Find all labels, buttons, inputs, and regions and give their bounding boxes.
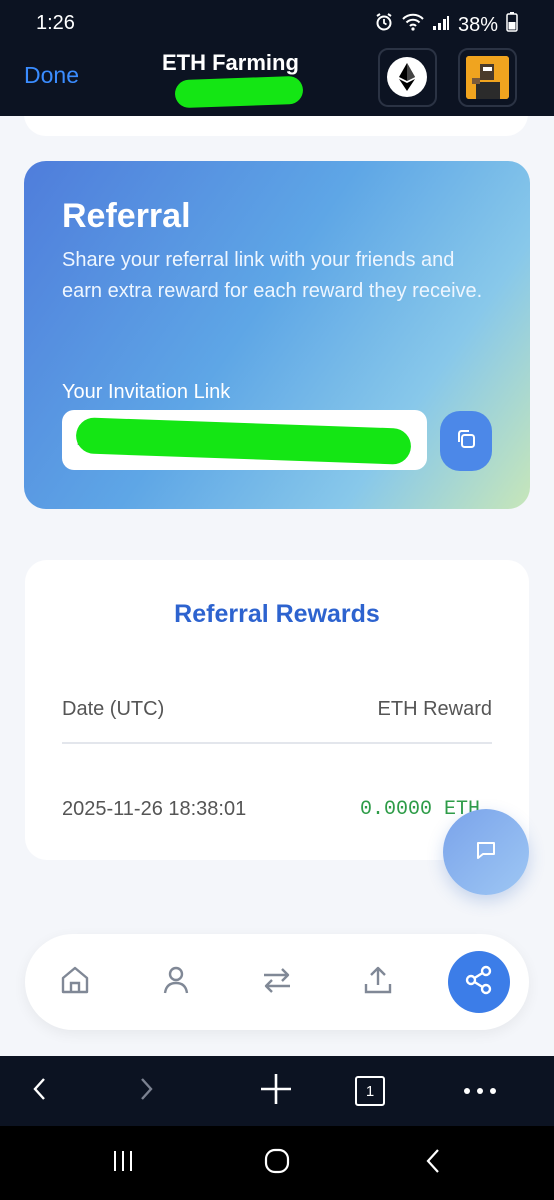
forward-button[interactable] <box>111 1056 181 1126</box>
recent-apps-button[interactable] <box>78 1126 168 1200</box>
nav-profile[interactable] <box>136 934 216 1030</box>
column-header-reward: ETH Reward <box>377 698 492 720</box>
more-dots-icon <box>463 1082 497 1100</box>
more-menu-button[interactable] <box>445 1056 515 1126</box>
signal-icon <box>432 14 450 37</box>
status-time: 1:26 <box>36 12 75 34</box>
alarm-icon <box>374 12 394 38</box>
done-button[interactable]: Done <box>24 62 79 89</box>
battery-icon <box>506 12 518 38</box>
chevron-left-icon <box>425 1148 441 1179</box>
home-nav-button[interactable] <box>232 1126 322 1200</box>
new-tab-button[interactable] <box>241 1056 311 1126</box>
status-icons: 38% <box>374 12 518 38</box>
nav-share[interactable] <box>439 934 519 1030</box>
browser-header: 1:26 38% Done ETH Farming <box>0 0 554 116</box>
chevron-left-icon <box>30 1076 50 1107</box>
copy-link-button[interactable] <box>440 411 492 471</box>
home-circle-icon <box>264 1148 290 1179</box>
nav-home[interactable] <box>35 934 115 1030</box>
invitation-link-label: Your Invitation Link <box>62 381 231 403</box>
back-button[interactable] <box>5 1056 75 1126</box>
home-icon <box>58 963 92 1002</box>
swap-icon <box>259 963 295 1002</box>
table-row-date: 2025-11-26 18:38:01 <box>62 798 247 820</box>
eth-network-button[interactable] <box>378 48 437 107</box>
chat-icon <box>474 838 498 867</box>
chat-button[interactable] <box>443 809 529 895</box>
column-header-date: Date (UTC) <box>62 698 165 720</box>
table-divider <box>62 742 492 744</box>
page-content: Referral Share your referral link with y… <box>0 116 554 1056</box>
avatar <box>466 56 509 99</box>
battery-percent: 38% <box>457 13 498 36</box>
system-back-button[interactable] <box>388 1126 478 1200</box>
ethereum-icon <box>387 57 427 97</box>
plus-icon <box>259 1072 293 1111</box>
referral-rewards-card: Referral Rewards Date (UTC) ETH Reward 2… <box>25 560 529 860</box>
tab-count-badge: 1 <box>355 1076 385 1106</box>
nav-swap[interactable] <box>237 934 317 1030</box>
upload-icon <box>361 963 395 1002</box>
redaction-scribble <box>174 75 304 109</box>
rewards-title: Referral Rewards <box>174 600 380 628</box>
recent-apps-icon <box>111 1149 135 1178</box>
tabs-button[interactable]: 1 <box>335 1056 405 1126</box>
nav-upload[interactable] <box>338 934 418 1030</box>
chevron-right-icon <box>136 1076 156 1107</box>
referral-description: Share your referral link with your frien… <box>62 249 483 302</box>
share-active-indicator <box>448 951 510 1013</box>
referral-card: Referral Share your referral link with y… <box>24 161 530 509</box>
user-icon <box>159 963 193 1002</box>
wifi-icon <box>402 13 424 37</box>
avatar-button[interactable] <box>458 48 517 107</box>
page-title: ETH Farming <box>162 50 299 75</box>
share-icon <box>463 964 495 1001</box>
referral-title: Referral <box>62 197 191 235</box>
copy-icon <box>454 427 478 456</box>
bottom-navigation <box>25 934 529 1030</box>
browser-toolbar: 1 <box>0 1056 554 1126</box>
previous-card-edge <box>24 116 528 136</box>
android-navigation-bar <box>0 1126 554 1200</box>
